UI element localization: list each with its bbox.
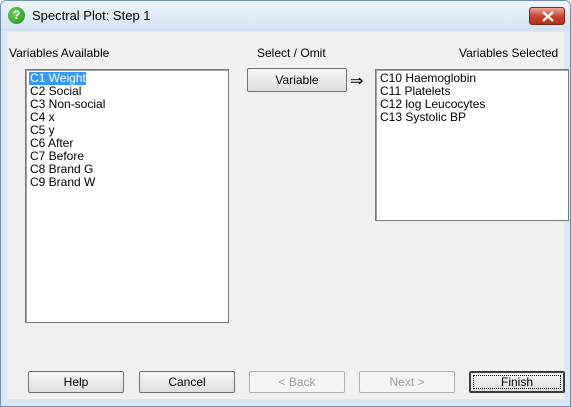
list-item[interactable]: C13 Systolic BP <box>379 111 466 124</box>
variable-button[interactable]: Variable <box>247 68 347 92</box>
help-question-icon: ? <box>8 7 25 24</box>
selected-label: Variables Selected <box>459 46 559 60</box>
list-item[interactable]: C9 Brand W <box>29 176 95 189</box>
transfer-arrow-icon: ⇒ <box>350 73 364 90</box>
select-omit-label: Select / Omit <box>257 46 326 60</box>
close-button[interactable] <box>529 7 565 25</box>
close-icon <box>542 11 554 22</box>
selected-listbox[interactable]: C10 Haemoglobin C11 Platelets C12 log Le… <box>375 69 569 221</box>
dialog-body: Variables Available Select / Omit Variab… <box>7 32 569 399</box>
available-label: Variables Available <box>9 46 110 60</box>
title-bar[interactable]: ? Spectral Plot: Step 1 <box>1 1 570 31</box>
finish-button[interactable]: Finish <box>469 371 565 393</box>
back-button[interactable]: < Back <box>249 371 345 393</box>
dialog-window: ? Spectral Plot: Step 1 Variables Availa… <box>0 0 571 407</box>
focus-rectangle <box>473 375 561 389</box>
cancel-button[interactable]: Cancel <box>139 371 235 393</box>
help-button[interactable]: Help <box>28 371 124 393</box>
next-button[interactable]: Next > <box>359 371 455 393</box>
window-title: Spectral Plot: Step 1 <box>32 8 151 23</box>
available-listbox[interactable]: C1 Weight C2 Social C3 Non-social C4 x C… <box>25 69 229 323</box>
